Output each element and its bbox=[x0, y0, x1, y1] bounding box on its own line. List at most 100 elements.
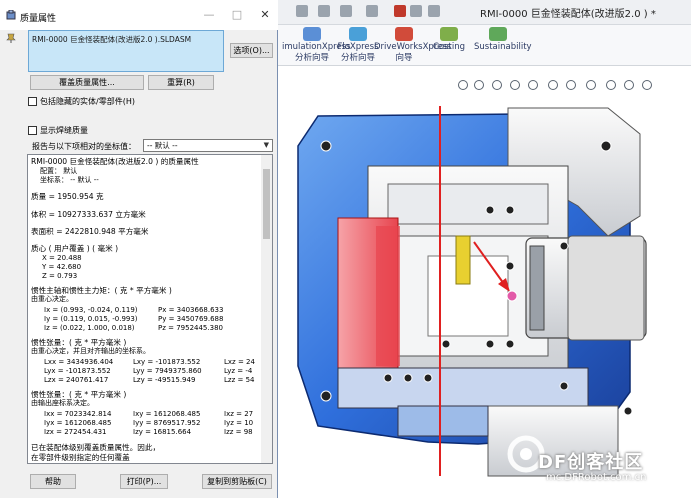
results-py: Py = 3450769.688 bbox=[158, 315, 224, 323]
results-com-x: X = 20.488 bbox=[42, 254, 82, 262]
results-ixy: Ixy = 1612068.485 bbox=[133, 410, 201, 418]
sustainability-icon bbox=[489, 27, 507, 41]
results-lyx: Lyx = -101873.552 bbox=[44, 367, 111, 375]
previous-view-icon[interactable] bbox=[492, 80, 502, 90]
watermark-brand: DF创客社区 bbox=[538, 452, 644, 473]
costing-icon bbox=[440, 27, 458, 41]
results-lyz: Lyz = -4 bbox=[224, 367, 253, 375]
copy-to-clipboard-button[interactable]: 复制到剪贴板(C) bbox=[202, 474, 272, 489]
mass-properties-icon bbox=[6, 10, 16, 20]
results-inertia-output-note: 由输出座标系决定。 bbox=[31, 399, 94, 407]
show-weld-mass-label: 显示焊缝质量 bbox=[40, 126, 88, 135]
options-button[interactable]: 选项(O)... bbox=[230, 43, 273, 58]
recalculate-button[interactable]: 重算(R) bbox=[148, 75, 214, 90]
results-iyy: Iyy = 8769517.952 bbox=[133, 419, 201, 427]
results-px: Px = 3403668.633 bbox=[158, 306, 224, 314]
sustainability-command[interactable]: Sustainability bbox=[474, 27, 532, 53]
close-icon[interactable]: ✕ bbox=[256, 6, 274, 24]
results-iy: Iy = (0.119, 0.015, -0.993) bbox=[44, 315, 138, 323]
include-hidden-checkbox[interactable] bbox=[28, 97, 37, 106]
results-surface-area: 表面积 = 2422810.948 平方毫米 bbox=[31, 227, 149, 236]
results-coord-system: 坐标系： -- 默认 -- bbox=[40, 176, 99, 184]
results-override-note-2: 在零部件级别指定的任何覆盖 bbox=[31, 453, 130, 462]
results-lzx: Lzx = 240761.417 bbox=[44, 376, 109, 384]
coordinate-system-value: -- 默认 -- bbox=[147, 141, 178, 150]
section-view-icon[interactable] bbox=[510, 80, 520, 90]
results-volume: 体积 = 10927333.637 立方毫米 bbox=[31, 210, 146, 219]
save-icon[interactable] bbox=[296, 5, 308, 17]
results-ix: Ix = (0.993, -0.024, 0.119) bbox=[44, 306, 138, 314]
apply-scene-icon[interactable] bbox=[606, 80, 616, 90]
driveworksxpress-command[interactable]: DriveWorksXpress 向导 bbox=[374, 27, 452, 64]
results-izx: Izx = 272454.431 bbox=[44, 428, 107, 436]
display-monitor-icon[interactable] bbox=[642, 80, 652, 90]
results-lzz: Lzz = 54 bbox=[224, 376, 255, 384]
costing-command[interactable]: Costing bbox=[432, 27, 466, 53]
command-label: imulationXpress bbox=[282, 42, 351, 52]
hide-show-icon[interactable] bbox=[566, 80, 576, 90]
command-label: 分析向导 bbox=[294, 53, 329, 63]
results-inertia-com-title: 惯性张量：( 克 * 平方毫米 ) bbox=[31, 338, 127, 347]
results-inertia-output-title: 惯性张量：( 克 * 平方毫米 ) bbox=[31, 390, 127, 399]
undo-icon[interactable] bbox=[340, 5, 352, 17]
scrollbar-thumb[interactable] bbox=[263, 169, 270, 239]
results-iyz: Iyz = 10 bbox=[224, 419, 254, 427]
results-izy: Izy = 16815.664 bbox=[133, 428, 192, 436]
command-label: 向导 bbox=[395, 53, 413, 63]
minimize-icon[interactable]: — bbox=[200, 6, 218, 24]
results-principal-axes-note: 由重心决定。 bbox=[31, 295, 73, 303]
command-label: DriveWorksXpress bbox=[374, 42, 452, 52]
chevron-down-icon: ▼ bbox=[263, 141, 269, 149]
assembly-model bbox=[297, 106, 647, 477]
view-orientation-icon[interactable] bbox=[528, 80, 538, 90]
select-icon[interactable] bbox=[366, 5, 378, 17]
results-center-of-mass: 质心 ( 用户覆盖 ) ( 毫米 ) bbox=[31, 244, 119, 253]
driveworks-icon bbox=[395, 27, 413, 41]
view-settings-icon[interactable] bbox=[624, 80, 634, 90]
results-lyy: Lyy = 7949375.860 bbox=[133, 367, 202, 375]
command-label: Sustainability bbox=[474, 42, 532, 52]
results-lxx: Lxx = 3434936.404 bbox=[44, 358, 114, 366]
results-lzy: Lzy = -49515.949 bbox=[133, 376, 196, 384]
report-coordinate-label: 报告与以下项相对的坐标值： bbox=[32, 142, 136, 151]
results-ixz: Ixz = 27 bbox=[224, 410, 254, 418]
results-scrollbar[interactable] bbox=[261, 155, 272, 463]
show-weld-mass-checkbox[interactable] bbox=[28, 126, 37, 135]
results-mass: 质量 = 1950.954 克 bbox=[31, 192, 104, 201]
pin-icon[interactable] bbox=[6, 33, 16, 43]
zoom-fit-icon[interactable] bbox=[458, 80, 468, 90]
results-iz: Iz = (0.022, 1.000, 0.018) bbox=[44, 324, 135, 332]
flow-icon bbox=[349, 27, 367, 41]
simulationxpress-command[interactable]: imulationXpress 分析向导 bbox=[282, 27, 351, 64]
watermark-url: mc.DFRobot.com.cn bbox=[546, 472, 647, 483]
rebuild-icon[interactable] bbox=[394, 5, 406, 17]
simulation-icon bbox=[303, 27, 321, 41]
results-ixx: Ixx = 7023342.814 bbox=[44, 410, 112, 418]
results-com-y: Y = 42.680 bbox=[42, 263, 82, 271]
results-override-note: 已在装配体级别覆盖质量属性。因此， bbox=[31, 443, 161, 452]
mass-properties-results[interactable]: RMI-0000 巨金怪装配体(改进版2.0 ) 的质量属性 配置： 默认 坐标… bbox=[27, 154, 273, 464]
edit-appearance-icon[interactable] bbox=[586, 80, 596, 90]
results-izz: Izz = 98 bbox=[224, 428, 253, 436]
app-title: RMI-0000 巨金怪装配体(改进版2.0 ) * bbox=[480, 9, 656, 20]
override-mass-properties-button[interactable]: 覆盖质量属性... bbox=[30, 75, 144, 90]
help-button[interactable]: 帮助 bbox=[30, 474, 76, 489]
dialog-title: 质量属性 bbox=[20, 14, 57, 24]
results-com-z: Z = 0.793 bbox=[42, 272, 78, 280]
selected-items-list[interactable]: RMI-0000 巨金怪装配体(改进版2.0 ).SLDASM bbox=[28, 30, 224, 72]
maximize-icon[interactable]: □ bbox=[228, 6, 246, 24]
display-style-icon[interactable] bbox=[548, 80, 558, 90]
file-properties-icon[interactable] bbox=[410, 5, 422, 17]
coordinate-system-select[interactable]: -- 默认 -- ▼ bbox=[143, 139, 273, 152]
zoom-area-icon[interactable] bbox=[474, 80, 484, 90]
results-config: 配置： 默认 bbox=[40, 167, 78, 175]
results-pz: Pz = 7952445.380 bbox=[158, 324, 223, 332]
dialog-titlebar[interactable]: 质量属性 — □ ✕ bbox=[0, 0, 278, 30]
results-lxy: Lxy = -101873.552 bbox=[133, 358, 201, 366]
options-gear-icon[interactable] bbox=[428, 5, 440, 17]
graphics-area[interactable] bbox=[278, 106, 691, 498]
print-button[interactable]: 打印(P)... bbox=[120, 474, 168, 489]
results-iyx: Iyx = 1612068.485 bbox=[44, 419, 112, 427]
selected-item: RMI-0000 巨金怪装配体(改进版2.0 ).SLDASM bbox=[32, 35, 192, 44]
print-icon[interactable] bbox=[318, 5, 330, 17]
